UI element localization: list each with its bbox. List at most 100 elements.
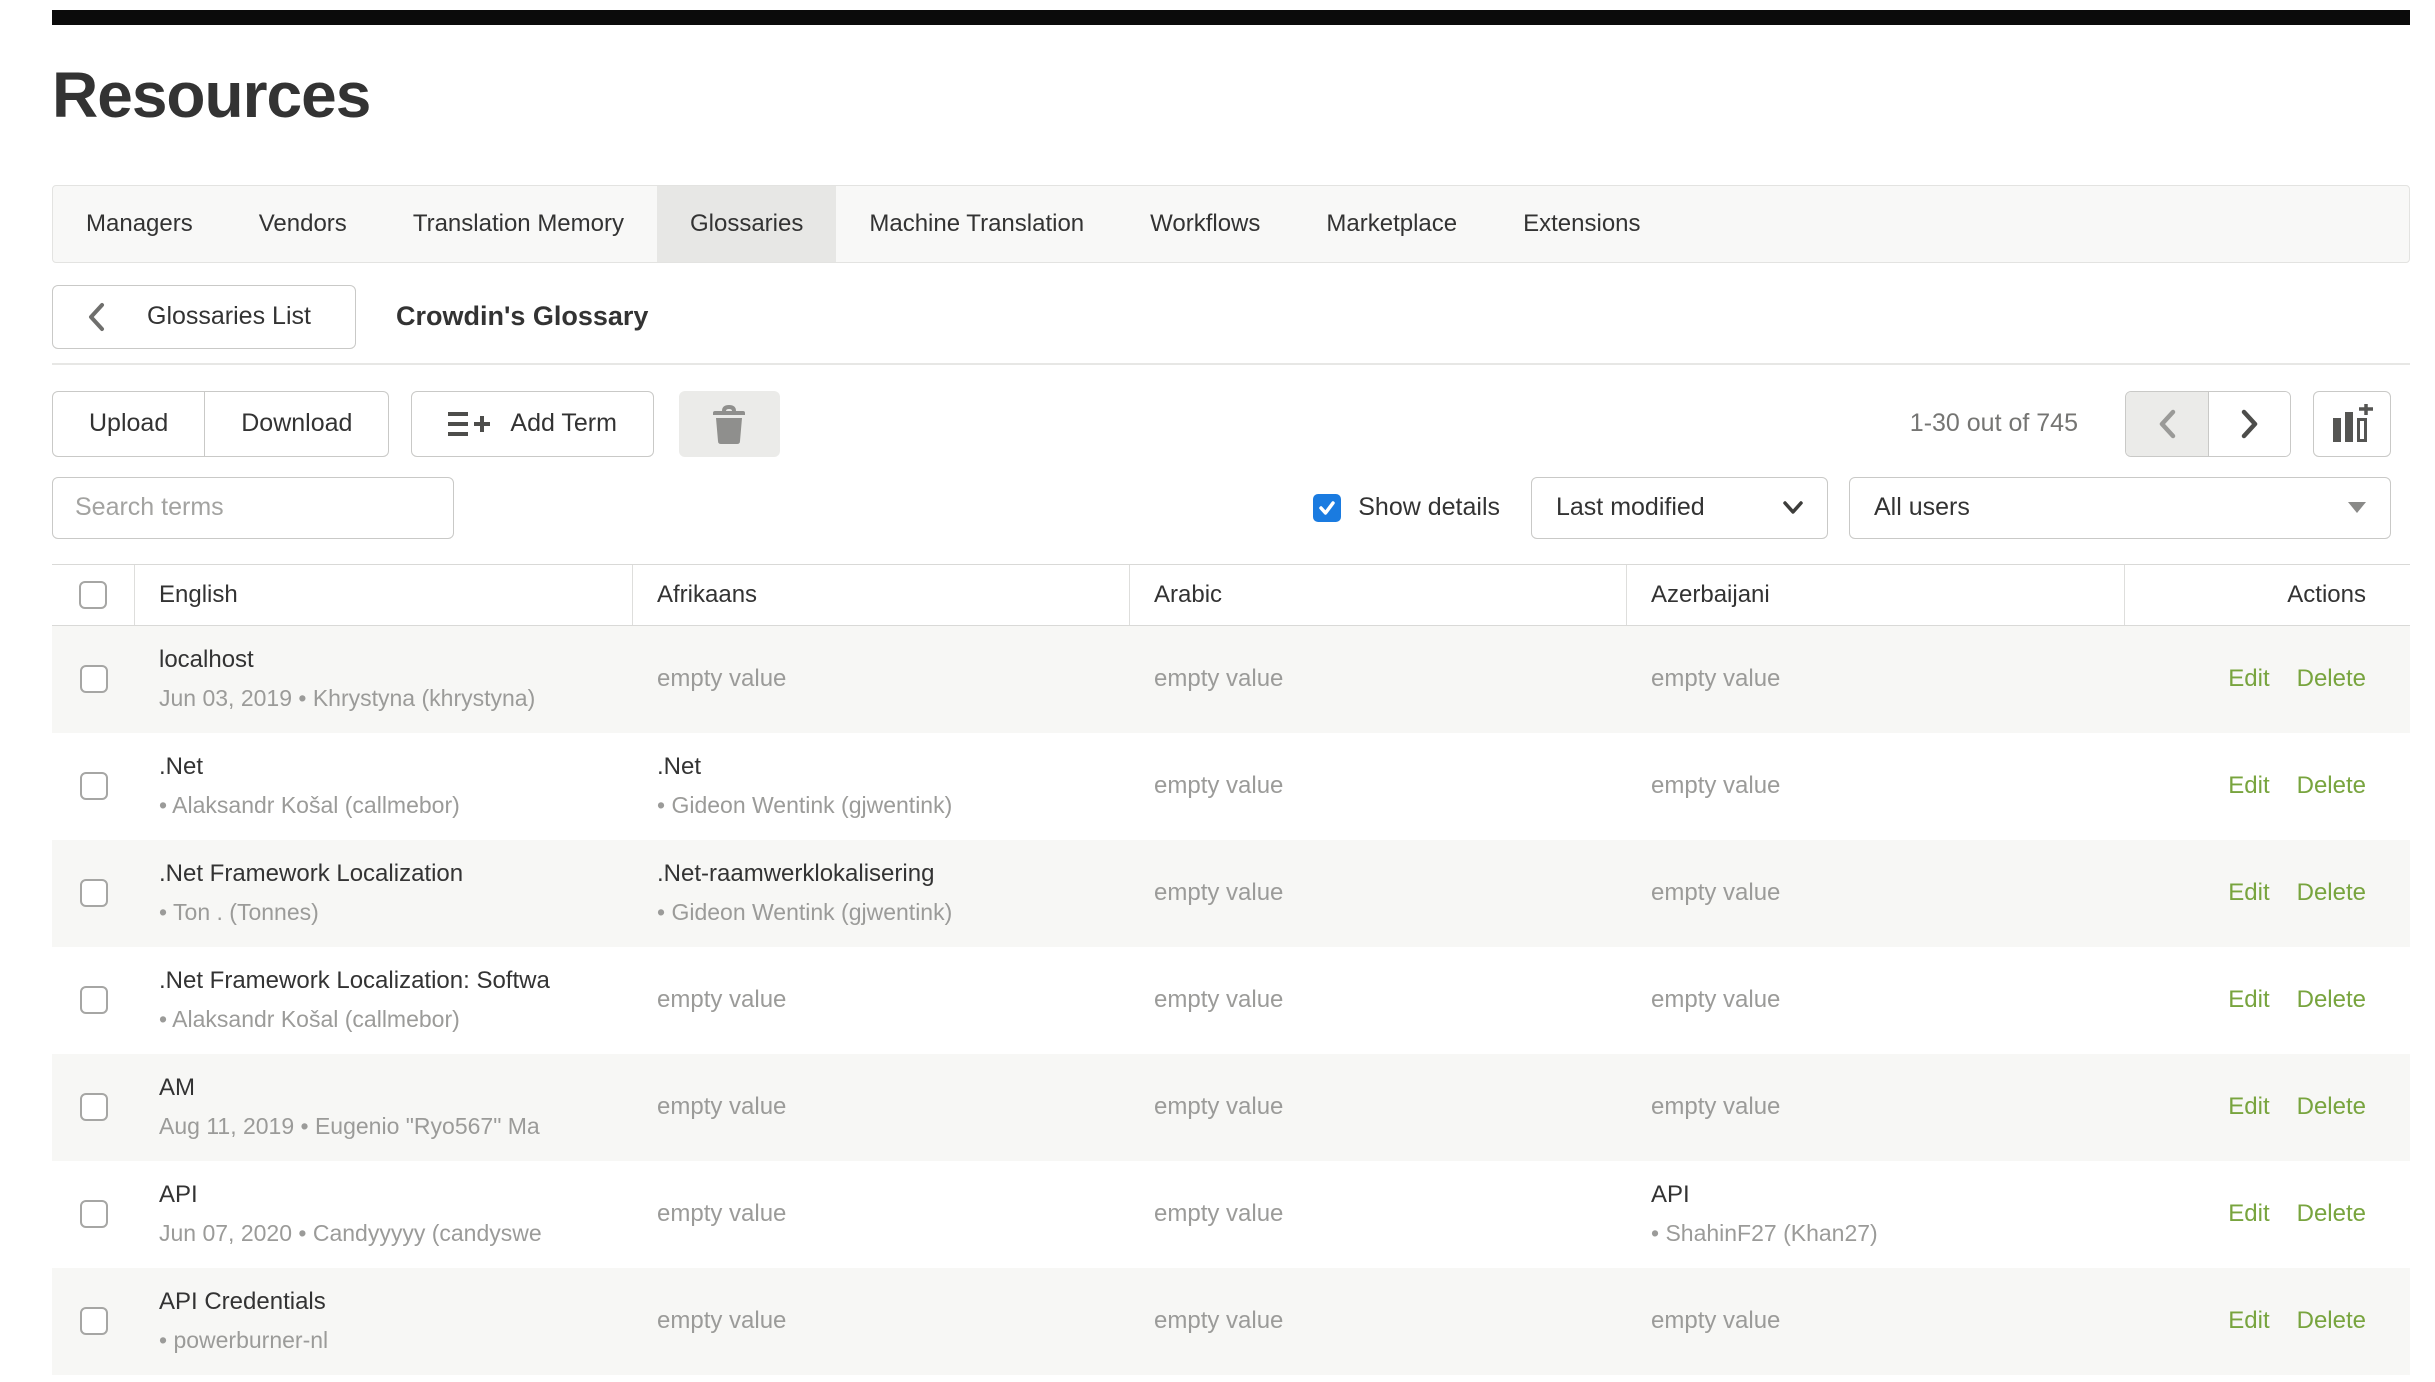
- tab-marketplace[interactable]: Marketplace: [1293, 186, 1490, 262]
- edit-link[interactable]: Edit: [2228, 1307, 2269, 1335]
- table-row: .Net Framework Localization • Ton . (Tonn…: [52, 840, 2410, 947]
- show-details-checkbox[interactable]: [1313, 494, 1341, 522]
- term-cell: .Net• Gideon Wentink (gjwentink): [633, 733, 1130, 840]
- term-detail: Jun 03, 2019 • Khrystyna (khrystyna): [159, 684, 609, 714]
- column-header-arabic: Arabic: [1130, 565, 1627, 625]
- term-detail: • Ton . (Tonnes): [159, 898, 609, 928]
- pagination-count: 1-30 out of 745: [1910, 409, 2078, 438]
- term-text: .Net Framework Localization: [159, 858, 609, 889]
- empty-value: empty value: [1154, 1200, 1603, 1228]
- term-text: API: [1651, 1179, 2101, 1210]
- filter-right: Show details Last modified All users: [1313, 477, 2391, 539]
- users-select[interactable]: All users: [1849, 477, 2391, 539]
- tab-vendors[interactable]: Vendors: [226, 186, 380, 262]
- term-cell: empty value: [1130, 626, 1627, 733]
- tab-managers[interactable]: Managers: [53, 186, 226, 262]
- actions-cell: Edit Delete: [2125, 840, 2410, 947]
- empty-value: empty value: [1651, 772, 2101, 800]
- delete-link[interactable]: Delete: [2297, 1093, 2366, 1121]
- delete-link[interactable]: Delete: [2297, 1307, 2366, 1335]
- edit-link[interactable]: Edit: [2228, 665, 2269, 693]
- show-details-label: Show details: [1358, 493, 1500, 522]
- top-bar: [52, 10, 2410, 25]
- add-term-icon: [448, 409, 492, 439]
- upload-button[interactable]: Upload: [52, 391, 205, 457]
- term-text: .Net-raamwerklokalisering: [657, 858, 1106, 889]
- row-checkbox[interactable]: [80, 1200, 108, 1228]
- actions-cell: Edit Delete: [2125, 947, 2410, 1054]
- edit-link[interactable]: Edit: [2228, 1093, 2269, 1121]
- term-text: AM: [159, 1072, 609, 1103]
- page-title: Resources: [52, 59, 2410, 133]
- term-detail: Aug 11, 2019 • Eugenio "Ryo567" Ma: [159, 1112, 609, 1142]
- row-checkbox[interactable]: [80, 1093, 108, 1121]
- actions-cell: Edit Delete: [2125, 1268, 2410, 1375]
- term-cell: .Net Framework Localization: Softwa• Ala…: [135, 947, 633, 1054]
- row-checkbox[interactable]: [80, 772, 108, 800]
- download-button[interactable]: Download: [205, 391, 389, 457]
- dropdown-arrow-icon: [2348, 502, 2366, 513]
- next-page-button[interactable]: [2208, 392, 2290, 456]
- delete-link[interactable]: Delete: [2297, 986, 2366, 1014]
- sort-select-value: Last modified: [1556, 493, 1705, 522]
- term-text: API: [159, 1179, 609, 1210]
- add-term-button-label: Add Term: [510, 409, 617, 438]
- term-cell: .Net-raamwerklokalisering • Gideon Wentin…: [633, 840, 1130, 947]
- edit-link[interactable]: Edit: [2228, 879, 2269, 907]
- empty-value: empty value: [657, 1200, 1106, 1228]
- empty-value: empty value: [1651, 879, 2101, 907]
- term-detail: • Gideon Wentink (gjwentink): [657, 898, 1106, 928]
- edit-link[interactable]: Edit: [2228, 1200, 2269, 1228]
- row-checkbox[interactable]: [80, 879, 108, 907]
- table-row: .Net• Alaksandr Košal (callmebor).Net• G…: [52, 733, 2410, 840]
- row-checkbox-cell: [52, 840, 135, 947]
- term-cell: empty value: [633, 1054, 1130, 1161]
- chevron-left-icon: [2156, 408, 2178, 440]
- table-body: localhostJun 03, 2019 • Khrystyna (khrys…: [52, 626, 2410, 1375]
- delete-link[interactable]: Delete: [2297, 665, 2366, 693]
- page-container: Resources ManagersVendorsTranslation Mem…: [52, 10, 2410, 1375]
- tab-extensions[interactable]: Extensions: [1490, 186, 1673, 262]
- upload-download-group: Upload Download: [52, 391, 389, 457]
- edit-link[interactable]: Edit: [2228, 772, 2269, 800]
- delete-link[interactable]: Delete: [2297, 879, 2366, 907]
- tab-workflows[interactable]: Workflows: [1117, 186, 1293, 262]
- actions-cell: Edit Delete: [2125, 626, 2410, 733]
- row-checkbox-cell: [52, 626, 135, 733]
- delete-selected-button[interactable]: [679, 391, 780, 457]
- tab-glossaries[interactable]: Glossaries: [657, 186, 836, 262]
- show-details-toggle[interactable]: Show details: [1313, 493, 1500, 522]
- row-checkbox[interactable]: [80, 1307, 108, 1335]
- term-detail: • powerburner-nl: [159, 1326, 609, 1356]
- toolbar-right: 1-30 out of 745: [1910, 391, 2391, 457]
- section-divider: [52, 363, 2410, 365]
- sort-select[interactable]: Last modified: [1531, 477, 1828, 539]
- term-cell: .Net• Alaksandr Košal (callmebor): [135, 733, 633, 840]
- delete-link[interactable]: Delete: [2297, 1200, 2366, 1228]
- row-checkbox-cell: [52, 947, 135, 1054]
- table-row: API Credentials• powerburner-nlempty val…: [52, 1268, 2410, 1375]
- row-checkbox[interactable]: [80, 665, 108, 693]
- term-detail: Jun 07, 2020 • Candyyyyy (candyswe: [159, 1219, 609, 1249]
- tab-translation-memory[interactable]: Translation Memory: [380, 186, 657, 262]
- edit-link[interactable]: Edit: [2228, 986, 2269, 1014]
- prev-page-button[interactable]: [2126, 392, 2208, 456]
- term-cell: empty value: [633, 1161, 1130, 1268]
- table-row: API Jun 07, 2020 • Candyyyyy (candyswe emp…: [52, 1161, 2410, 1268]
- select-all-checkbox[interactable]: [79, 581, 107, 609]
- row-checkbox[interactable]: [80, 986, 108, 1014]
- manage-columns-button[interactable]: [2313, 391, 2391, 457]
- table-header: EnglishAfrikaansArabicAzerbaijaniActions: [52, 564, 2410, 626]
- glossaries-list-back-button[interactable]: Glossaries List: [52, 285, 356, 349]
- select-all-cell: [52, 565, 135, 625]
- term-text: .Net Framework Localization: Softwa: [159, 965, 609, 996]
- add-term-button[interactable]: Add Term: [411, 391, 654, 457]
- row-checkbox-cell: [52, 1054, 135, 1161]
- delete-link[interactable]: Delete: [2297, 772, 2366, 800]
- empty-value: empty value: [1651, 1307, 2101, 1335]
- search-input[interactable]: [52, 477, 454, 539]
- table-row: localhostJun 03, 2019 • Khrystyna (khrys…: [52, 626, 2410, 733]
- empty-value: empty value: [1651, 665, 2101, 693]
- chevron-down-icon: [1783, 501, 1803, 514]
- tab-machine-translation[interactable]: Machine Translation: [836, 186, 1117, 262]
